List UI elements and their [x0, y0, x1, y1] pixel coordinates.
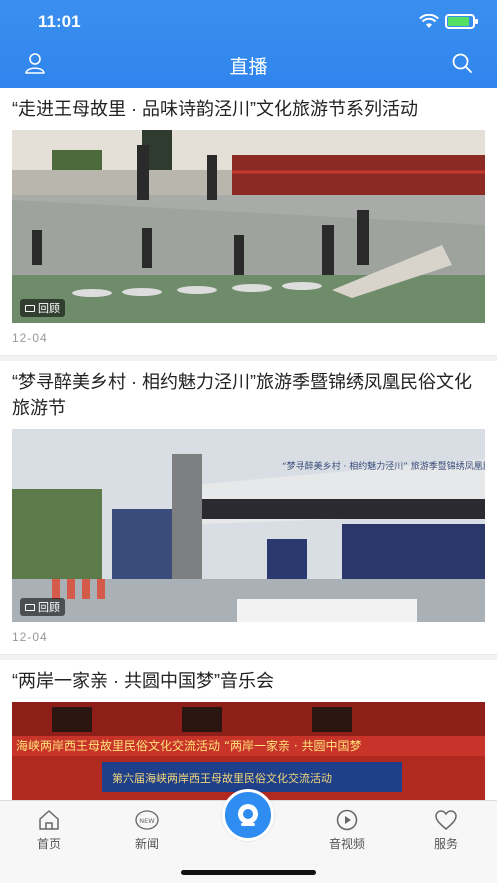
replay-label: 回顾	[38, 303, 60, 315]
live-item[interactable]: “两岸一家亲 · 共圆中国梦”音乐会 海峡两岸西王母故里民俗文化交流活动 “两岸…	[0, 660, 497, 800]
thumbnail-image	[12, 130, 485, 323]
play-circle-icon	[336, 809, 358, 831]
live-center-button[interactable]	[222, 789, 274, 841]
item-title: “走进王母故里 · 品味诗韵泾川”文化旅游节系列活动	[12, 99, 418, 119]
thumbnail-image: “梦寻醉美乡村 · 相约魅力泾川” 旅游季暨锦绣凤凰民俗文化旅游节	[12, 429, 485, 622]
home-indicator	[181, 870, 316, 875]
tab-home[interactable]: 首页	[14, 809, 84, 852]
tab-label: 服务	[433, 837, 458, 851]
item-thumbnail[interactable]: 海峡两岸西王母故里民俗文化交流活动 “两岸一家亲 · 共圆中国梦 第六届海峡两岸…	[12, 702, 485, 800]
thumbnail-image: 海峡两岸西王母故里民俗文化交流活动 “两岸一家亲 · 共圆中国梦 第六届海峡两岸…	[12, 702, 485, 800]
replay-label: 回顾	[38, 602, 60, 614]
tab-service[interactable]: 服务	[411, 809, 481, 852]
battery-icon	[445, 14, 478, 29]
tab-media[interactable]: 音视频	[312, 809, 382, 852]
live-item[interactable]: “走进王母故里 · 品味诗韵泾川”文化旅游节系列活动 回顾 12-04	[0, 88, 497, 361]
svg-text:NEW: NEW	[139, 817, 155, 825]
tab-label: 音视频	[328, 837, 365, 851]
status-icons	[419, 14, 478, 29]
tab-news[interactable]: NEW 新闻	[112, 809, 182, 852]
replay-badge: 回顾	[20, 299, 65, 317]
item-date: 12-04	[12, 331, 48, 345]
item-date: 12-04	[12, 630, 48, 644]
live-item[interactable]: “梦寻醉美乡村 · 相约魅力泾川”旅游季暨锦绣凤凰民俗文化旅游节 “梦寻醉美乡村…	[0, 361, 497, 660]
stage-banner-text: “梦寻醉美乡村 · 相约魅力泾川” 旅游季暨锦绣凤凰民俗文化旅游节	[282, 460, 485, 472]
wifi-icon	[419, 14, 439, 28]
page-title: 直播	[229, 57, 268, 78]
news-icon: NEW	[135, 810, 159, 830]
event-banner-text: 第六届海峡两岸西王母故里民俗文化交流活动	[112, 771, 332, 785]
heart-icon	[435, 810, 457, 830]
bottom-tab-bar: 首页 NEW 新闻 音视频 服务	[0, 789, 497, 883]
tab-label: 首页	[36, 837, 61, 851]
status-time: 11:01	[38, 12, 81, 31]
video-camera-icon	[25, 603, 35, 611]
home-icon	[39, 810, 59, 830]
search-icon[interactable]	[451, 52, 473, 74]
event-banner-text: 海峡两岸西王母故里民俗文化交流活动 “两岸一家亲 · 共圆中国梦	[16, 738, 361, 753]
app-header: 11:01 直播	[0, 0, 497, 88]
item-title: “两岸一家亲 · 共圆中国梦”音乐会	[12, 671, 274, 691]
live-feed[interactable]: “走进王母故里 · 品味诗韵泾川”文化旅游节系列活动 回顾 12-04 “梦寻醉…	[0, 88, 497, 800]
tab-label: 新闻	[134, 837, 159, 851]
item-title: “梦寻醉美乡村 · 相约魅力泾川”旅游季暨锦绣凤凰民俗文化旅游节	[12, 372, 472, 418]
item-thumbnail[interactable]: 回顾	[12, 130, 485, 323]
video-camera-icon	[25, 304, 35, 312]
live-camera-icon	[238, 804, 258, 826]
replay-badge: 回顾	[20, 598, 65, 616]
item-thumbnail[interactable]: “梦寻醉美乡村 · 相约魅力泾川” 旅游季暨锦绣凤凰民俗文化旅游节 回顾	[12, 429, 485, 622]
